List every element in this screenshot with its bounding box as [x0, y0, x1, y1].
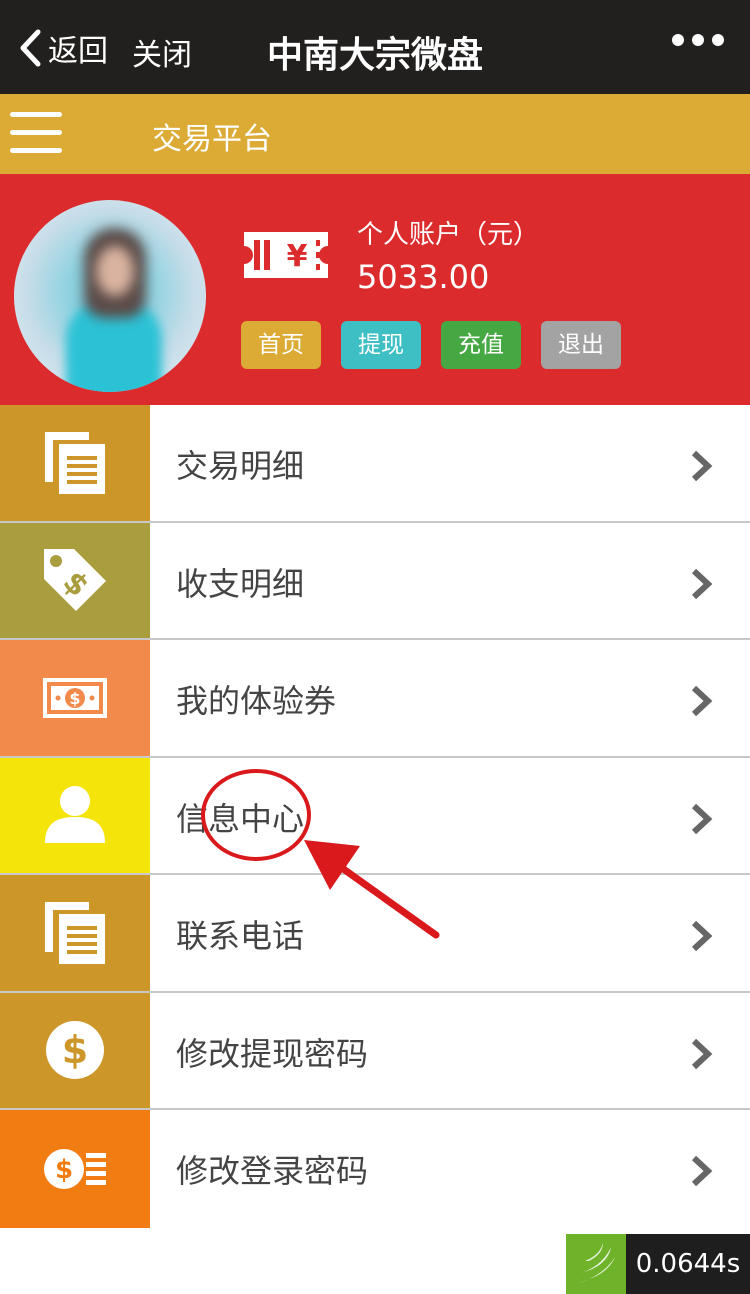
- more-options-button[interactable]: [672, 34, 724, 46]
- recharge-button[interactable]: 充值: [441, 321, 521, 369]
- coin-stack-icon: $: [0, 1110, 150, 1228]
- logout-button[interactable]: 退出: [541, 321, 621, 369]
- hamburger-menu-icon[interactable]: [10, 110, 62, 156]
- more-dot-icon: [692, 34, 704, 46]
- document-stack-icon: [0, 875, 150, 991]
- more-dot-icon: [712, 34, 724, 46]
- platform-title: 交易平台: [152, 122, 272, 157]
- withdraw-button[interactable]: 提现: [341, 321, 421, 369]
- menu-item-info-center[interactable]: 信息中心: [0, 757, 750, 875]
- chevron-right-icon: [691, 1155, 713, 1187]
- account-balance: 5033.00: [357, 258, 490, 296]
- chevron-right-icon: [691, 685, 713, 717]
- more-dot-icon: [672, 34, 684, 46]
- price-tag-icon: $: [0, 522, 150, 638]
- svg-text:$: $: [55, 1155, 73, 1185]
- svg-text:$: $: [69, 689, 80, 708]
- chevron-right-icon: [691, 568, 713, 599]
- dollar-coin-icon: $: [0, 992, 150, 1108]
- chevron-right-icon: [691, 803, 713, 834]
- back-button[interactable]: 返回: [18, 26, 108, 70]
- account-menu-list: 交易明细 $ 收支明细 $ 我的体验券 信息中心 联系电话 $ 修改提现密码 $…: [0, 405, 750, 1228]
- menu-item-label: 我的体验券: [176, 682, 337, 720]
- load-time-badge: 0.0644s: [566, 1234, 750, 1294]
- menu-item-change-login-password[interactable]: $ 修改登录密码: [0, 1110, 750, 1228]
- chevron-right-icon: [691, 920, 713, 952]
- menu-item-experience-vouchers[interactable]: $ 我的体验券: [0, 640, 750, 758]
- svg-text:$: $: [62, 1028, 88, 1072]
- menu-item-label: 收支明细: [176, 564, 305, 603]
- menu-item-label: 修改登录密码: [176, 1152, 369, 1190]
- menu-item-label: 联系电话: [176, 917, 305, 955]
- menu-item-contact-phone[interactable]: 联系电话: [0, 875, 750, 993]
- chevron-left-icon: [20, 29, 41, 67]
- chevron-right-icon: [691, 450, 713, 482]
- top-nav-bar: 返回 关闭 中南大宗微盘: [0, 0, 750, 94]
- ticket-icon: ¥: [244, 232, 328, 278]
- flame-logo-icon: [566, 1234, 626, 1294]
- home-button[interactable]: 首页: [241, 321, 321, 369]
- back-label: 返回: [48, 34, 108, 69]
- menu-item-label: 交易明细: [176, 447, 305, 485]
- document-stack-icon: [0, 405, 150, 521]
- menu-item-label: 信息中心: [176, 799, 305, 838]
- user-icon: [0, 757, 150, 873]
- page-title: 中南大宗微盘: [266, 35, 483, 76]
- menu-item-trade-details[interactable]: 交易明细: [0, 405, 750, 523]
- svg-text:¥: ¥: [287, 239, 308, 274]
- load-time-value: 0.0644s: [626, 1234, 750, 1294]
- close-button[interactable]: 关闭: [132, 30, 192, 74]
- account-panel: ¥ 个人账户（元） 5033.00 首页 提现 充值 退出: [0, 174, 750, 405]
- avatar: [14, 200, 206, 392]
- account-label: 个人账户（元）: [357, 220, 540, 250]
- menu-item-label: 修改提现密码: [176, 1034, 369, 1073]
- chevron-right-icon: [691, 1038, 713, 1069]
- app-header: 交易平台: [0, 94, 750, 174]
- menu-item-change-withdraw-password[interactable]: $ 修改提现密码: [0, 992, 750, 1110]
- menu-item-income-expense[interactable]: $ 收支明细: [0, 522, 750, 640]
- banknote-icon: $: [0, 640, 150, 756]
